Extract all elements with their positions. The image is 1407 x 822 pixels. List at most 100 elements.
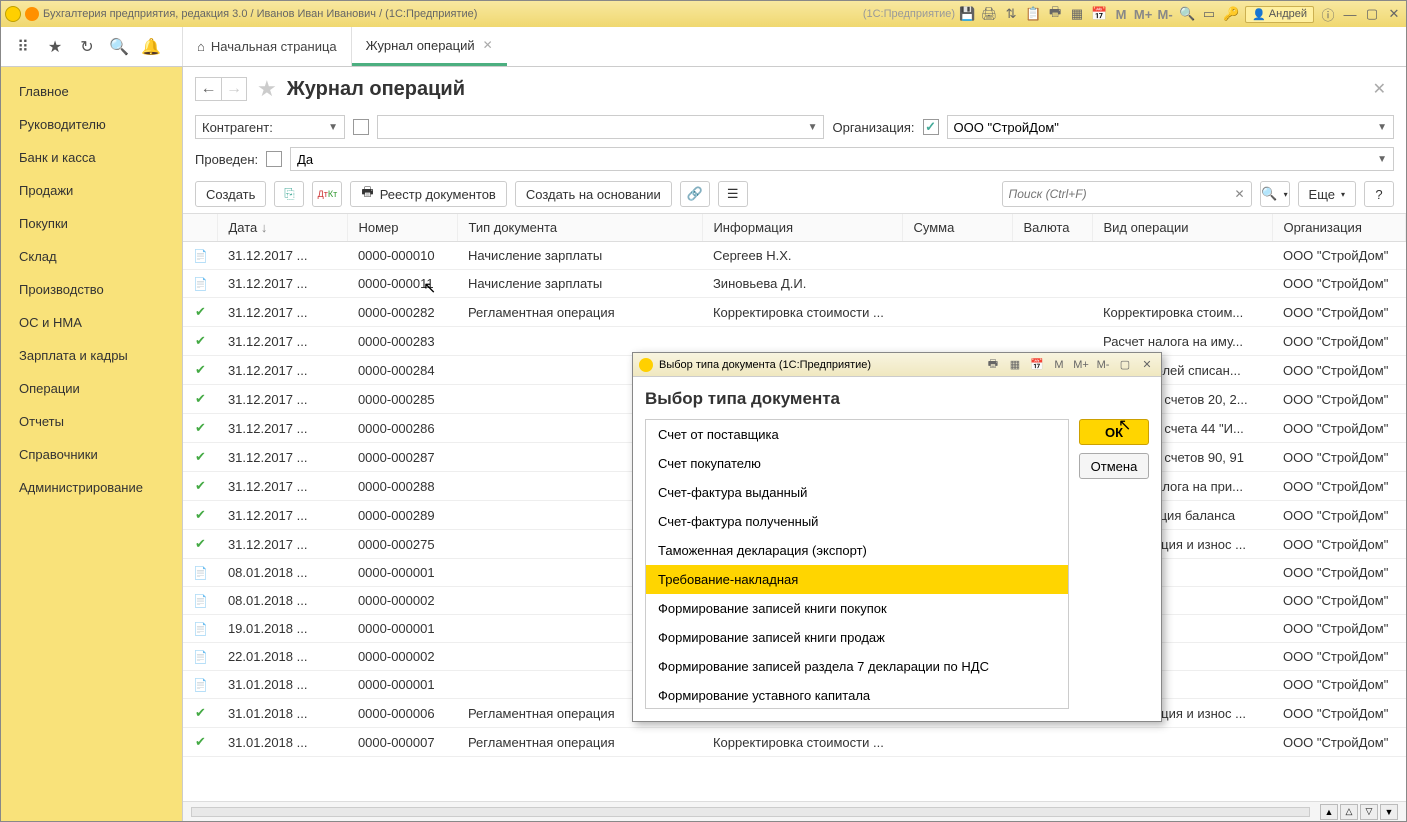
col-date[interactable]: Дата: [218, 214, 348, 242]
list-item[interactable]: Требование-накладная: [646, 565, 1068, 594]
dialog-print-icon[interactable]: 🖶: [985, 358, 1001, 372]
info-icon[interactable]: ⓘ: [1320, 6, 1336, 22]
mminus-indicator[interactable]: M-: [1157, 6, 1173, 22]
counterparty-value-select[interactable]: ▼: [377, 115, 824, 139]
search-field[interactable]: [1009, 187, 1235, 201]
scroll-top-icon[interactable]: ▲: [1320, 804, 1338, 820]
sidebar-item-0[interactable]: Главное: [1, 75, 182, 108]
dialog-m[interactable]: M: [1051, 358, 1067, 372]
search-icon[interactable]: 🔍: [109, 37, 129, 57]
list-item[interactable]: Формирование записей книги покупок: [646, 594, 1068, 623]
col-optype[interactable]: Вид операции: [1093, 214, 1273, 242]
org-checkbox[interactable]: [923, 119, 939, 135]
layout-icon[interactable]: ▭: [1201, 6, 1217, 22]
table-row[interactable]: 📄31.12.2017 ...0000-000010Начисление зар…: [183, 242, 1406, 270]
star-icon[interactable]: ★: [257, 76, 277, 102]
list-item[interactable]: Формирование записей раздела 7 деклараци…: [646, 652, 1068, 681]
calendar-icon[interactable]: 📅: [1091, 6, 1107, 22]
dialog-calendar-icon[interactable]: 📅: [1029, 358, 1045, 372]
dtkt-button[interactable]: ДтКт: [312, 181, 342, 207]
tab-home[interactable]: ⌂ Начальная страница: [183, 27, 352, 66]
apps-icon[interactable]: ⠿: [13, 37, 33, 57]
more-button[interactable]: Еще▾: [1298, 181, 1356, 207]
sidebar-item-11[interactable]: Справочники: [1, 438, 182, 471]
counterparty-checkbox[interactable]: [353, 119, 369, 135]
col-currency[interactable]: Валюта: [1013, 214, 1093, 242]
sidebar-item-7[interactable]: ОС и НМА: [1, 306, 182, 339]
col-org[interactable]: Организация: [1273, 214, 1406, 242]
back-button[interactable]: ←: [195, 77, 221, 101]
dialog-mminus[interactable]: M-: [1095, 358, 1111, 372]
help-button[interactable]: ?: [1364, 181, 1394, 207]
forward-button[interactable]: →: [221, 77, 247, 101]
list-item[interactable]: Таможенная декларация (экспорт): [646, 536, 1068, 565]
col-number[interactable]: Номер: [348, 214, 458, 242]
list-item[interactable]: Счет-фактура выданный: [646, 478, 1068, 507]
tab-journal[interactable]: Журнал операций ✕: [352, 27, 507, 66]
list-item[interactable]: Формирование записей книги продаж: [646, 623, 1068, 652]
horizontal-scrollbar[interactable]: [191, 807, 1310, 817]
sidebar-item-1[interactable]: Руководителю: [1, 108, 182, 141]
user-badge[interactable]: 👤 Андрей: [1245, 6, 1314, 23]
posted-checkbox[interactable]: [266, 151, 282, 167]
org-select[interactable]: ООО "СтройДом" ▼: [947, 115, 1394, 139]
link-button[interactable]: 🔗: [680, 181, 710, 207]
m-indicator[interactable]: M: [1113, 6, 1129, 22]
clipboard-icon[interactable]: 📋: [1025, 6, 1041, 22]
create-based-button[interactable]: Создать на основании: [515, 181, 672, 207]
sidebar-item-3[interactable]: Продажи: [1, 174, 182, 207]
print-icon[interactable]: 🖶: [1047, 6, 1063, 22]
registry-button[interactable]: 🖶Реестр документов: [350, 181, 506, 207]
scroll-down-icon[interactable]: ▽: [1360, 804, 1378, 820]
dialog-close-icon[interactable]: ✕: [1139, 358, 1155, 372]
sidebar-item-6[interactable]: Производство: [1, 273, 182, 306]
dialog-maximize-icon[interactable]: ▢: [1117, 358, 1133, 372]
zoom-icon[interactable]: 🔍: [1179, 6, 1195, 22]
minimize-icon[interactable]: —: [1342, 6, 1358, 22]
list-item[interactable]: Счет-фактура полученный: [646, 507, 1068, 536]
sidebar-item-12[interactable]: Администрирование: [1, 471, 182, 504]
doctype-list[interactable]: Счет от поставщикаСчет покупателюСчет-фа…: [645, 419, 1069, 709]
cancel-button[interactable]: Отмена: [1079, 453, 1149, 479]
col-doctype[interactable]: Тип документа: [458, 214, 703, 242]
sidebar-item-10[interactable]: Отчеты: [1, 405, 182, 438]
dialog-mplus[interactable]: M+: [1073, 358, 1089, 372]
clear-icon[interactable]: ✕: [1234, 187, 1244, 201]
bell-icon[interactable]: 🔔: [141, 37, 161, 57]
maximize-icon[interactable]: ▢: [1364, 6, 1380, 22]
col-info[interactable]: Информация: [703, 214, 903, 242]
tab-close-icon[interactable]: ✕: [483, 38, 493, 52]
sidebar-item-9[interactable]: Операции: [1, 372, 182, 405]
mplus-indicator[interactable]: M+: [1135, 6, 1151, 22]
compare-icon[interactable]: ⇅: [1003, 6, 1019, 22]
close-page-icon[interactable]: ✕: [1365, 75, 1394, 103]
sidebar-item-8[interactable]: Зарплата и кадры: [1, 339, 182, 372]
table-row[interactable]: ✔31.01.2018 ...0000-000007Регламентная о…: [183, 728, 1406, 757]
dialog-grid-icon[interactable]: ▦: [1007, 358, 1023, 372]
scroll-up-icon[interactable]: △: [1340, 804, 1358, 820]
sidebar-item-4[interactable]: Покупки: [1, 207, 182, 240]
search-button[interactable]: 🔍▾: [1260, 181, 1290, 207]
ok-button[interactable]: ОК: [1079, 419, 1149, 445]
sidebar-item-5[interactable]: Склад: [1, 240, 182, 273]
close-window-icon[interactable]: ✕: [1386, 6, 1402, 22]
posted-select[interactable]: Да ▼: [290, 147, 1394, 171]
copy-button[interactable]: ⎘: [274, 181, 304, 207]
list-item[interactable]: Счет покупателю: [646, 449, 1068, 478]
save-icon[interactable]: 💾: [959, 6, 975, 22]
list-button[interactable]: ☰: [718, 181, 748, 207]
print-preview-icon[interactable]: 🖨: [981, 6, 997, 22]
history-icon[interactable]: ↻: [77, 37, 97, 57]
counterparty-select[interactable]: Контрагент: ▼: [195, 115, 345, 139]
create-button[interactable]: Создать: [195, 181, 266, 207]
col-sum[interactable]: Сумма: [903, 214, 1013, 242]
table-row[interactable]: ✔31.12.2017 ...0000-000282Регламентная о…: [183, 298, 1406, 327]
sidebar-item-2[interactable]: Банк и касса: [1, 141, 182, 174]
table-row[interactable]: 📄31.12.2017 ...0000-000011Начисление зар…: [183, 270, 1406, 298]
list-item[interactable]: Формирование уставного капитала: [646, 681, 1068, 709]
search-input[interactable]: ✕: [1002, 181, 1252, 207]
grid-icon[interactable]: ▦: [1069, 6, 1085, 22]
favorite-icon[interactable]: ★: [45, 37, 65, 57]
scroll-bottom-icon[interactable]: ▼: [1380, 804, 1398, 820]
key-icon[interactable]: 🔑: [1223, 6, 1239, 22]
